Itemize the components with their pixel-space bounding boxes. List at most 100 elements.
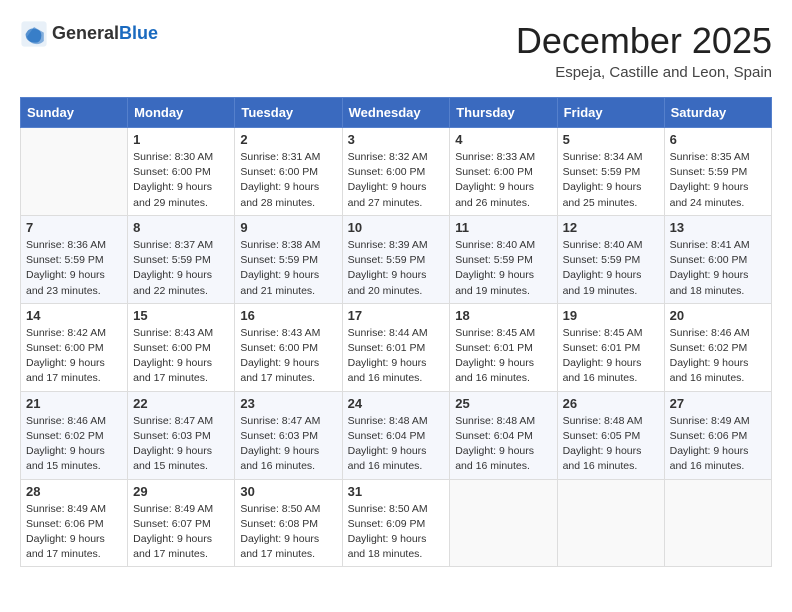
calendar-cell	[450, 479, 557, 567]
day-number: 2	[240, 132, 336, 147]
day-info: Sunrise: 8:36 AMSunset: 5:59 PMDaylight:…	[26, 238, 122, 299]
calendar-cell: 19 Sunrise: 8:45 AMSunset: 6:01 PMDayligh…	[557, 303, 664, 391]
day-number: 11	[455, 220, 551, 235]
day-info: Sunrise: 8:45 AMSunset: 6:01 PMDaylight:…	[563, 326, 659, 387]
day-number: 9	[240, 220, 336, 235]
calendar-week-row: 14 Sunrise: 8:42 AMSunset: 6:00 PMDayligh…	[21, 303, 772, 391]
calendar-cell: 10 Sunrise: 8:39 AMSunset: 5:59 PMDayligh…	[342, 215, 450, 303]
calendar-cell: 17 Sunrise: 8:44 AMSunset: 6:01 PMDayligh…	[342, 303, 450, 391]
day-info: Sunrise: 8:49 AMSunset: 6:07 PMDaylight:…	[133, 502, 229, 563]
day-number: 24	[348, 396, 445, 411]
calendar-cell: 4 Sunrise: 8:33 AMSunset: 6:00 PMDaylight…	[450, 128, 557, 216]
calendar-cell: 24Sunrise: 8:48 AMSunset: 6:04 PMDayligh…	[342, 391, 450, 479]
location: Espeja, Castille and Leon, Spain	[516, 64, 772, 81]
day-info: Sunrise: 8:40 AMSunset: 5:59 PMDaylight:…	[455, 238, 551, 299]
calendar-cell: 1 Sunrise: 8:30 AMSunset: 6:00 PMDaylight…	[128, 128, 235, 216]
day-info: Sunrise: 8:44 AMSunset: 6:01 PMDaylight:…	[348, 326, 445, 387]
day-number: 17	[348, 308, 445, 323]
calendar-cell: 22 Sunrise: 8:47 AMSunset: 6:03 PMDayligh…	[128, 391, 235, 479]
day-info: Sunrise: 8:45 AMSunset: 6:01 PMDaylight:…	[455, 326, 551, 387]
day-info: Sunrise: 8:35 AMSunset: 5:59 PMDaylight:…	[670, 150, 766, 211]
calendar-cell: 7Sunrise: 8:36 AMSunset: 5:59 PMDaylight…	[21, 215, 128, 303]
day-info: Sunrise: 8:40 AMSunset: 5:59 PMDaylight:…	[563, 238, 659, 299]
calendar-cell: 18 Sunrise: 8:45 AMSunset: 6:01 PMDayligh…	[450, 303, 557, 391]
weekday-header: Wednesday	[342, 98, 450, 128]
calendar-header-row: SundayMondayTuesdayWednesdayThursdayFrid…	[21, 98, 772, 128]
weekday-header: Monday	[128, 98, 235, 128]
day-number: 4	[455, 132, 551, 147]
day-info: Sunrise: 8:46 AMSunset: 6:02 PMDaylight:…	[26, 414, 122, 475]
calendar-cell: 8 Sunrise: 8:37 AMSunset: 5:59 PMDaylight…	[128, 215, 235, 303]
calendar-cell: 21 Sunrise: 8:46 AMSunset: 6:02 PMDayligh…	[21, 391, 128, 479]
day-info: Sunrise: 8:50 AMSunset: 6:09 PMDaylight:…	[348, 502, 445, 563]
day-number: 10	[348, 220, 445, 235]
calendar-cell: 25 Sunrise: 8:48 AMSunset: 6:04 PMDayligh…	[450, 391, 557, 479]
calendar-week-row: 28Sunrise: 8:49 AMSunset: 6:06 PMDayligh…	[21, 479, 772, 567]
day-number: 21	[26, 396, 122, 411]
day-number: 12	[563, 220, 659, 235]
day-info: Sunrise: 8:32 AMSunset: 6:00 PMDaylight:…	[348, 150, 445, 211]
calendar-week-row: 7Sunrise: 8:36 AMSunset: 5:59 PMDaylight…	[21, 215, 772, 303]
day-number: 23	[240, 396, 336, 411]
day-number: 28	[26, 484, 122, 499]
calendar-cell: 26Sunrise: 8:48 AMSunset: 6:05 PMDayligh…	[557, 391, 664, 479]
day-info: Sunrise: 8:30 AMSunset: 6:00 PMDaylight:…	[133, 150, 229, 211]
day-info: Sunrise: 8:37 AMSunset: 5:59 PMDaylight:…	[133, 238, 229, 299]
day-info: Sunrise: 8:43 AMSunset: 6:00 PMDaylight:…	[240, 326, 336, 387]
calendar-cell: 12 Sunrise: 8:40 AMSunset: 5:59 PMDayligh…	[557, 215, 664, 303]
day-number: 1	[133, 132, 229, 147]
weekday-header: Thursday	[450, 98, 557, 128]
calendar-cell: 28Sunrise: 8:49 AMSunset: 6:06 PMDayligh…	[21, 479, 128, 567]
day-info: Sunrise: 8:39 AMSunset: 5:59 PMDaylight:…	[348, 238, 445, 299]
day-number: 22	[133, 396, 229, 411]
calendar-cell: 14 Sunrise: 8:42 AMSunset: 6:00 PMDayligh…	[21, 303, 128, 391]
day-info: Sunrise: 8:41 AMSunset: 6:00 PMDaylight:…	[670, 238, 766, 299]
calendar-cell	[664, 479, 771, 567]
calendar-cell: 11 Sunrise: 8:40 AMSunset: 5:59 PMDayligh…	[450, 215, 557, 303]
day-info: Sunrise: 8:47 AMSunset: 6:03 PMDaylight:…	[133, 414, 229, 475]
page-header: General Blue December 2025 Espeja, Casti…	[20, 20, 772, 81]
weekday-header: Sunday	[21, 98, 128, 128]
calendar-week-row: 21 Sunrise: 8:46 AMSunset: 6:02 PMDayligh…	[21, 391, 772, 479]
calendar-cell: 13 Sunrise: 8:41 AMSunset: 6:00 PMDayligh…	[664, 215, 771, 303]
day-number: 25	[455, 396, 551, 411]
calendar-cell: 27Sunrise: 8:49 AMSunset: 6:06 PMDayligh…	[664, 391, 771, 479]
calendar-cell	[557, 479, 664, 567]
day-number: 8	[133, 220, 229, 235]
calendar-week-row: 1 Sunrise: 8:30 AMSunset: 6:00 PMDaylight…	[21, 128, 772, 216]
day-number: 19	[563, 308, 659, 323]
day-number: 30	[240, 484, 336, 499]
calendar-cell: 29Sunrise: 8:49 AMSunset: 6:07 PMDayligh…	[128, 479, 235, 567]
weekday-header: Tuesday	[235, 98, 342, 128]
logo: General Blue	[20, 20, 158, 48]
logo-text: General Blue	[52, 24, 158, 44]
day-number: 26	[563, 396, 659, 411]
calendar-cell: 31 Sunrise: 8:50 AMSunset: 6:09 PMDayligh…	[342, 479, 450, 567]
title-block: December 2025 Espeja, Castille and Leon,…	[516, 20, 772, 81]
day-info: Sunrise: 8:43 AMSunset: 6:00 PMDaylight:…	[133, 326, 229, 387]
month-title: December 2025	[516, 20, 772, 62]
logo-icon	[20, 20, 48, 48]
day-number: 18	[455, 308, 551, 323]
day-info: Sunrise: 8:47 AMSunset: 6:03 PMDaylight:…	[240, 414, 336, 475]
calendar-cell: 6 Sunrise: 8:35 AMSunset: 5:59 PMDaylight…	[664, 128, 771, 216]
calendar-cell: 2Sunrise: 8:31 AMSunset: 6:00 PMDaylight…	[235, 128, 342, 216]
weekday-header: Saturday	[664, 98, 771, 128]
day-number: 6	[670, 132, 766, 147]
day-number: 31	[348, 484, 445, 499]
calendar-cell: 30Sunrise: 8:50 AMSunset: 6:08 PMDayligh…	[235, 479, 342, 567]
day-info: Sunrise: 8:42 AMSunset: 6:00 PMDaylight:…	[26, 326, 122, 387]
day-number: 14	[26, 308, 122, 323]
day-number: 16	[240, 308, 336, 323]
day-number: 13	[670, 220, 766, 235]
day-info: Sunrise: 8:38 AMSunset: 5:59 PMDaylight:…	[240, 238, 336, 299]
day-number: 3	[348, 132, 445, 147]
calendar-cell: 23 Sunrise: 8:47 AMSunset: 6:03 PMDayligh…	[235, 391, 342, 479]
calendar-cell: 5Sunrise: 8:34 AMSunset: 5:59 PMDaylight…	[557, 128, 664, 216]
day-info: Sunrise: 8:48 AMSunset: 6:04 PMDaylight:…	[455, 414, 551, 475]
calendar-cell: 15Sunrise: 8:43 AMSunset: 6:00 PMDayligh…	[128, 303, 235, 391]
day-info: Sunrise: 8:33 AMSunset: 6:00 PMDaylight:…	[455, 150, 551, 211]
calendar-cell: 3 Sunrise: 8:32 AMSunset: 6:00 PMDaylight…	[342, 128, 450, 216]
calendar-cell	[21, 128, 128, 216]
day-info: Sunrise: 8:49 AMSunset: 6:06 PMDaylight:…	[670, 414, 766, 475]
